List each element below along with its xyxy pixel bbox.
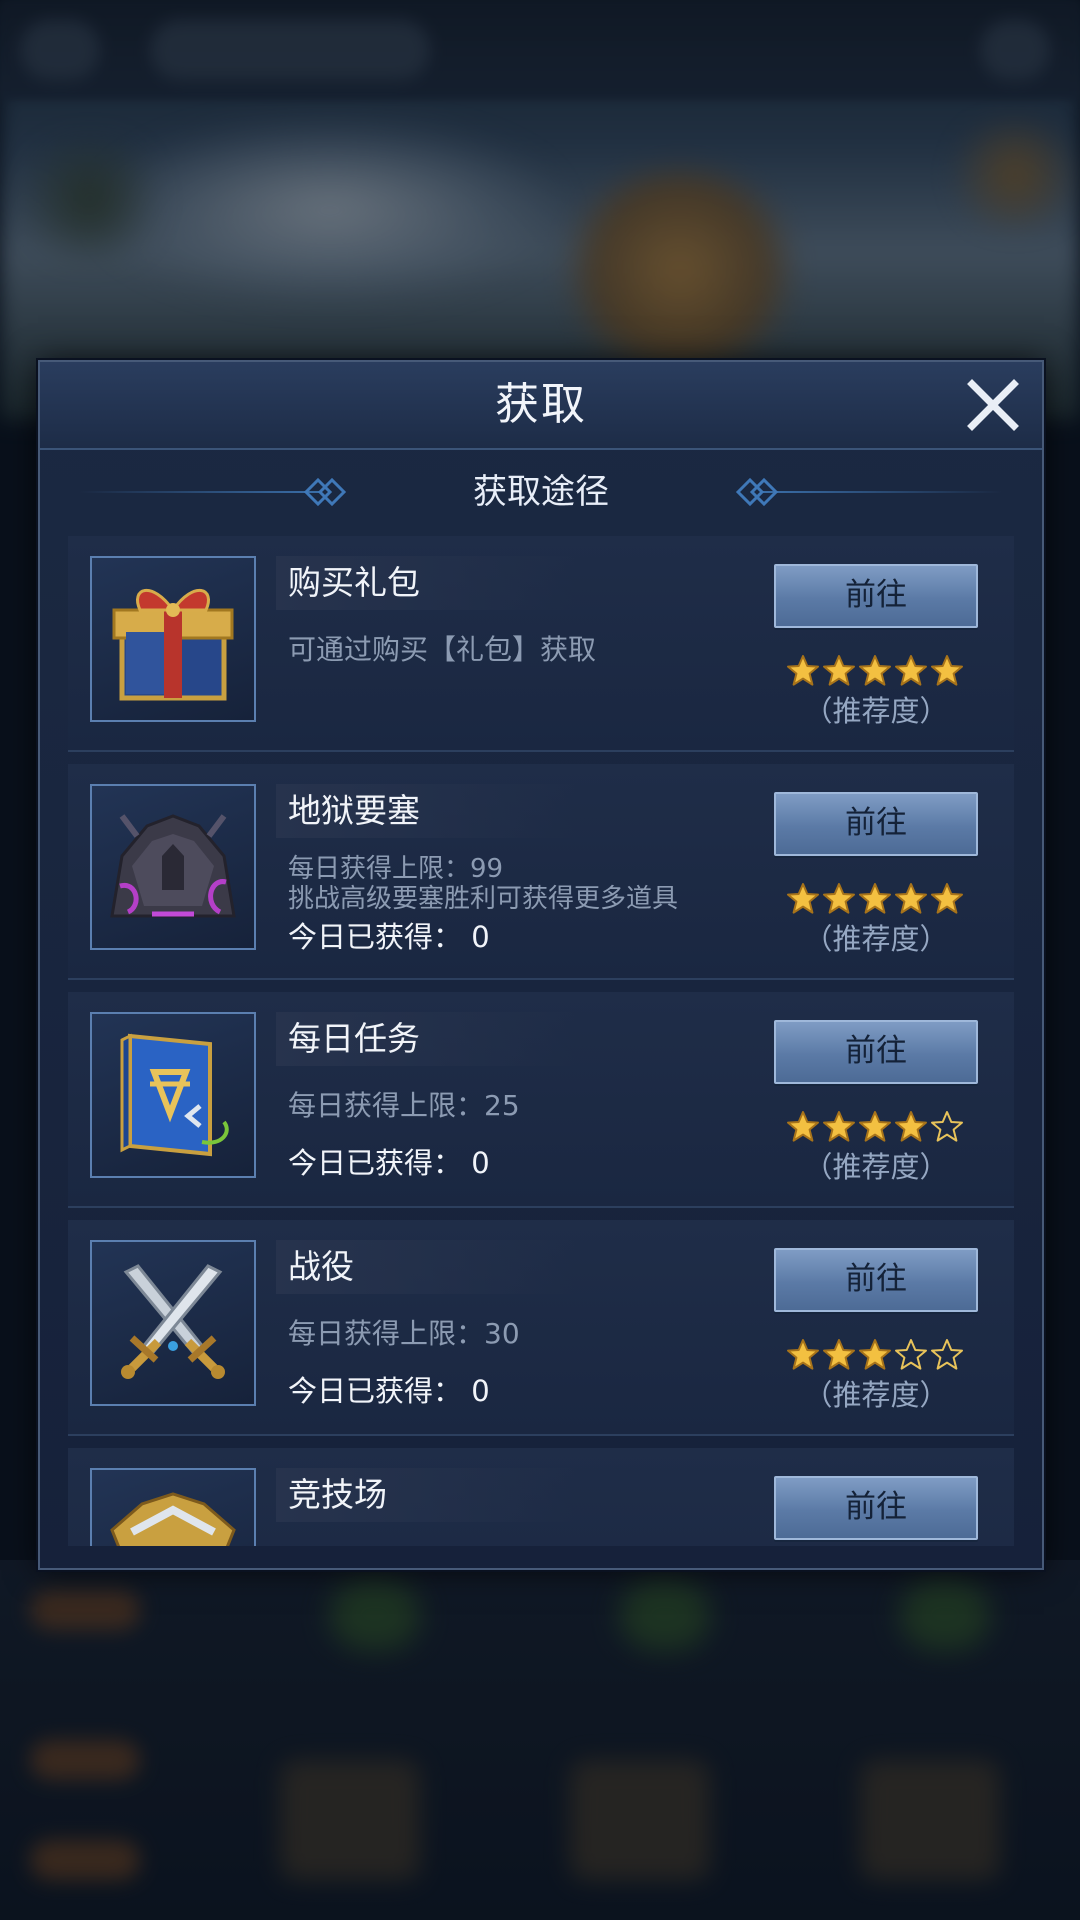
- close-button[interactable]: [962, 374, 1024, 436]
- star-filled-icon: [823, 1339, 855, 1370]
- star-filled-icon: [859, 1111, 891, 1142]
- item-thumbnail: [90, 556, 256, 722]
- list-item: 战役 每日获得上限：30 今日已获得： 0 前往 （推荐度）: [68, 1220, 1014, 1436]
- rating-stars: [786, 882, 966, 918]
- star-filled-icon: [787, 883, 819, 914]
- star-filled-icon: [787, 655, 819, 686]
- star-filled-icon: [895, 655, 927, 686]
- gift-box-icon: [112, 589, 234, 701]
- rating-stars: [786, 654, 966, 690]
- recommend-label: （推荐度）: [803, 1150, 949, 1184]
- star-empty-icon: [931, 1339, 963, 1370]
- hell-fortress-icon: [110, 814, 236, 918]
- item-thumbnail: [90, 784, 256, 950]
- star-filled-icon: [895, 883, 927, 914]
- obtain-dialog: 获取 获取途径 购买礼包 可通过购买【礼包】获取 前往 （推荐度） 地狱要塞 每…: [38, 360, 1044, 1570]
- star-filled-icon: [931, 655, 963, 686]
- list-item: 每日任务 每日获得上限：25 今日已获得： 0 前往 （推荐度）: [68, 992, 1014, 1208]
- star-filled-icon: [859, 883, 891, 914]
- recommend-label: （推荐度）: [803, 1378, 949, 1412]
- item-name: 每日任务: [288, 1019, 420, 1058]
- quest-book-icon: [120, 1033, 229, 1157]
- item-description: 挑战高级要塞胜利可获得更多道具: [288, 884, 679, 914]
- star-filled-icon: [895, 1111, 927, 1142]
- item-name: 购买礼包: [288, 563, 420, 602]
- close-icon: [967, 379, 1019, 431]
- list-item: 竞技场 前往: [68, 1448, 1014, 1546]
- star-filled-icon: [859, 655, 891, 686]
- star-filled-icon: [823, 1111, 855, 1142]
- star-filled-icon: [787, 1339, 819, 1370]
- go-button[interactable]: 前往: [774, 1020, 978, 1084]
- section-title: 获取途径: [473, 472, 609, 512]
- item-name: 竞技场: [288, 1475, 387, 1514]
- item-thumbnail: [90, 1240, 256, 1406]
- recommend-label: （推荐度）: [803, 922, 949, 956]
- star-empty-icon: [931, 1111, 963, 1142]
- arena-emblem-icon: [110, 1492, 236, 1546]
- list-item: 地狱要塞 每日获得上限：99 挑战高级要塞胜利可获得更多道具 今日已获得： 0 …: [68, 764, 1014, 980]
- star-filled-icon: [931, 883, 963, 914]
- item-name: 地狱要塞: [288, 791, 420, 830]
- item-limit: 每日获得上限：25: [288, 1089, 520, 1122]
- section-header: 获取途径: [40, 462, 1042, 522]
- item-limit: 每日获得上限：30: [288, 1317, 520, 1350]
- star-filled-icon: [859, 1339, 891, 1370]
- source-list[interactable]: 购买礼包 可通过购买【礼包】获取 前往 （推荐度） 地狱要塞 每日获得上限：99…: [68, 536, 1014, 1546]
- star-empty-icon: [895, 1339, 927, 1370]
- today-obtained: 今日已获得： 0: [288, 1146, 490, 1180]
- star-filled-icon: [823, 883, 855, 914]
- go-button[interactable]: 前往: [774, 564, 978, 628]
- go-button[interactable]: 前往: [774, 1248, 978, 1312]
- go-button[interactable]: 前往: [774, 792, 978, 856]
- item-name: 战役: [288, 1247, 354, 1286]
- go-button[interactable]: 前往: [774, 1476, 978, 1540]
- star-filled-icon: [823, 655, 855, 686]
- item-thumbnail: [90, 1468, 256, 1546]
- rating-stars: [786, 1338, 966, 1374]
- item-thumbnail: [90, 1012, 256, 1178]
- dialog-title: 获取: [495, 379, 587, 430]
- star-filled-icon: [787, 1111, 819, 1142]
- today-obtained: 今日已获得： 0: [288, 920, 490, 954]
- list-item: 购买礼包 可通过购买【礼包】获取 前往 （推荐度）: [68, 536, 1014, 752]
- today-obtained: 今日已获得： 0: [288, 1374, 490, 1408]
- recommend-label: （推荐度）: [803, 694, 949, 728]
- crossed-swords-icon: [121, 1264, 225, 1379]
- item-description: 可通过购买【礼包】获取: [288, 633, 597, 666]
- rating-stars: [786, 1110, 966, 1146]
